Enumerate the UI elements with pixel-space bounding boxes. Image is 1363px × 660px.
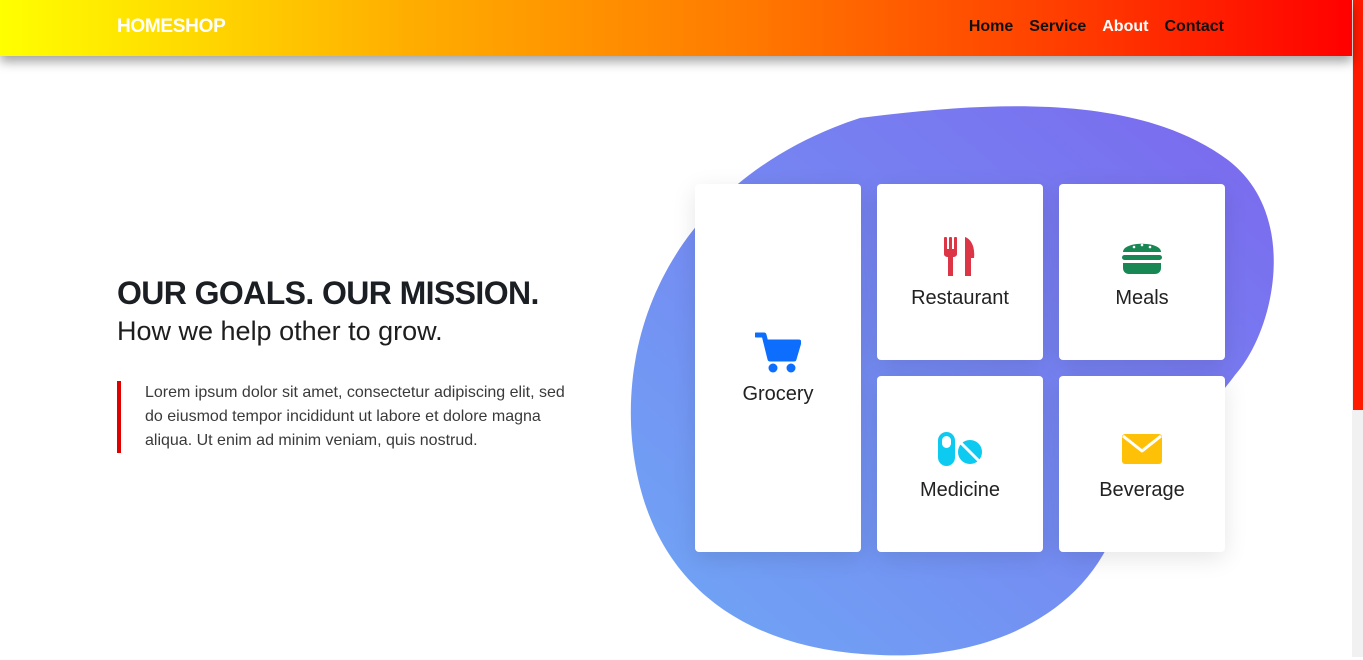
utensils-icon xyxy=(943,235,977,279)
nav-link-home[interactable]: Home xyxy=(969,18,1013,36)
service-label: Restaurant xyxy=(911,286,1009,309)
nav-link-contact[interactable]: Contact xyxy=(1164,18,1224,36)
service-label: Beverage xyxy=(1099,478,1185,501)
service-card-medicine[interactable]: Medicine xyxy=(877,376,1043,552)
brand-logo[interactable]: HOMESHOP xyxy=(117,16,226,38)
page-subtitle: How we help other to grow. xyxy=(117,316,443,346)
scrollbar-thumb[interactable] xyxy=(1353,0,1363,410)
nav-links: Home Service About Contact xyxy=(969,18,1224,36)
burger-icon xyxy=(1121,235,1163,279)
description-block: Lorem ipsum dolor sit amet, consectetur … xyxy=(117,381,585,453)
service-card-meals[interactable]: Meals xyxy=(1059,184,1225,360)
cart-icon xyxy=(755,331,801,375)
page-title: OUR GOALS. OUR MISSION. xyxy=(117,275,539,311)
service-card-grocery[interactable]: Grocery xyxy=(695,184,861,552)
envelope-icon xyxy=(1121,427,1163,471)
service-card-beverage[interactable]: Beverage xyxy=(1059,376,1225,552)
service-card-restaurant[interactable]: Restaurant xyxy=(877,184,1043,360)
service-label: Grocery xyxy=(742,382,814,405)
service-label: Medicine xyxy=(919,478,1001,501)
service-label: Meals xyxy=(1115,286,1169,309)
pills-icon xyxy=(936,427,984,471)
nav-link-service[interactable]: Service xyxy=(1029,18,1086,36)
description-text: Lorem ipsum dolor sit amet, consectetur … xyxy=(145,384,565,449)
navbar: HOMESHOP Home Service About Contact xyxy=(0,0,1352,56)
nav-link-about[interactable]: About xyxy=(1102,18,1148,36)
